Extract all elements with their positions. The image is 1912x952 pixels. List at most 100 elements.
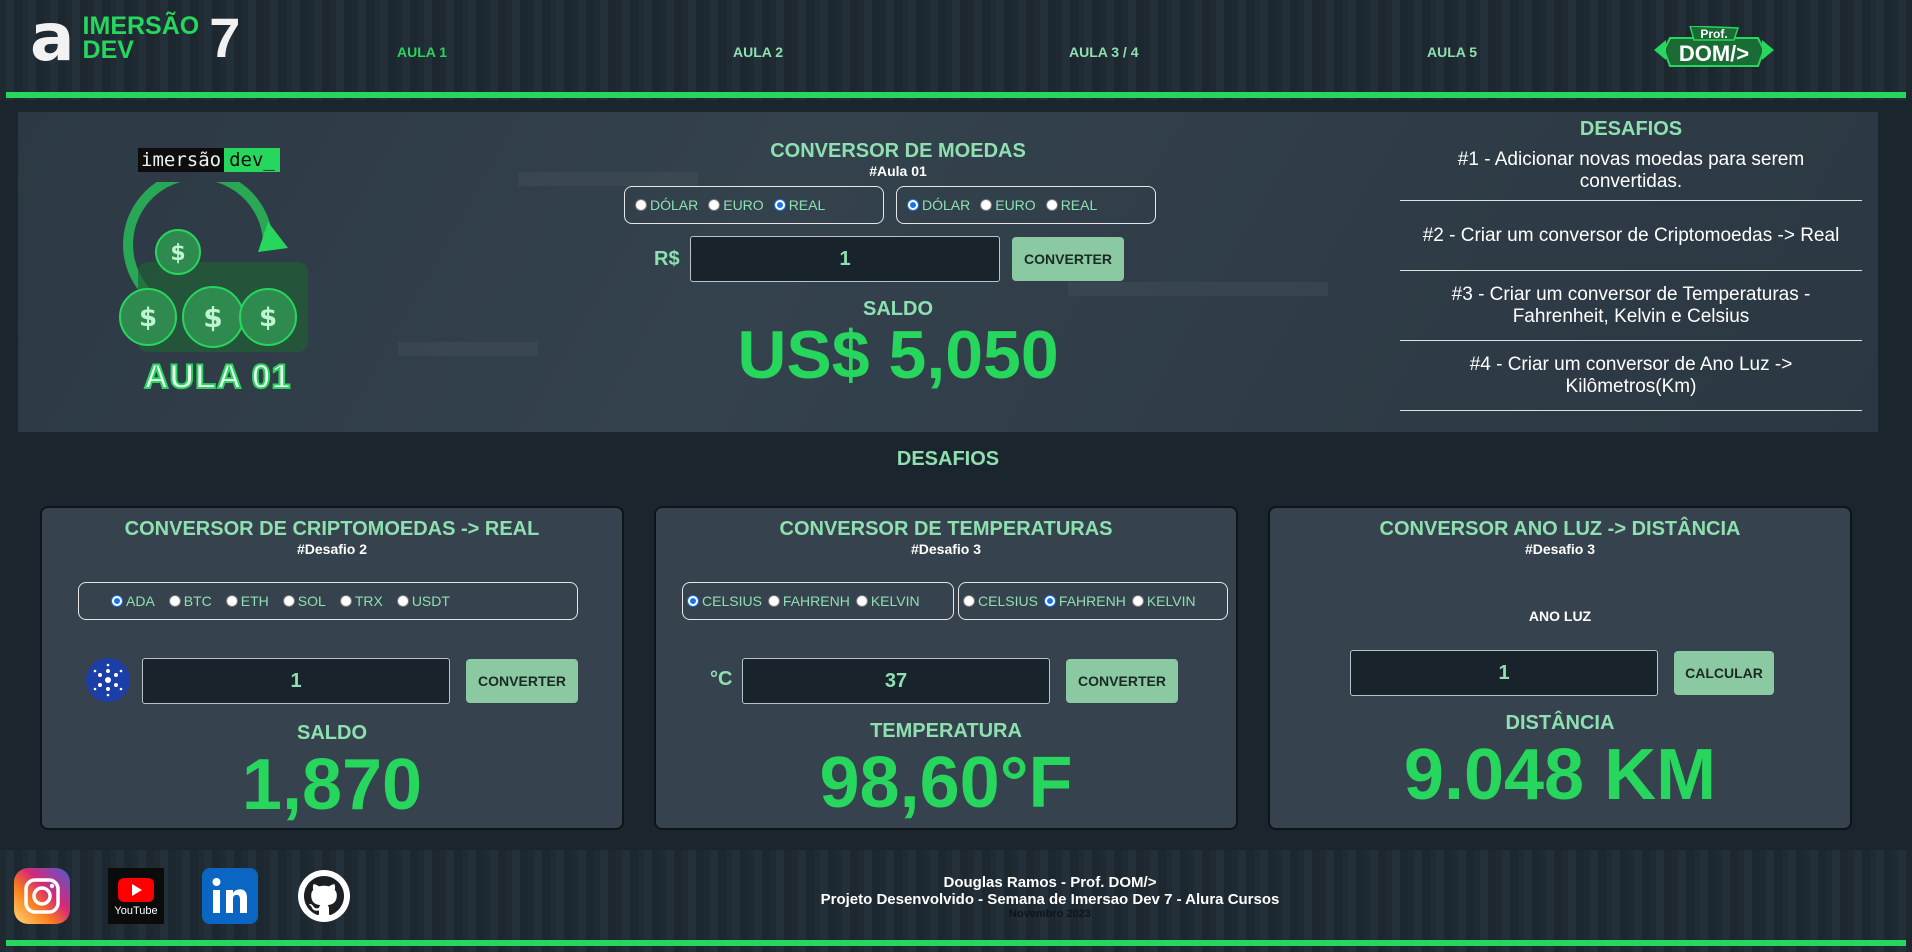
nav-aula-2[interactable]: AULA 2 (733, 44, 783, 60)
radio-label: REAL (788, 197, 826, 213)
radio-label: ETH (240, 593, 269, 609)
footer-divider (6, 940, 1906, 946)
temp-convert-button[interactable]: CONVERTER (1066, 659, 1178, 703)
svg-text:$: $ (203, 301, 222, 334)
radio-button[interactable] (963, 595, 975, 607)
desafio-item-1: #1 - Adicionar novas moedas para serem c… (1400, 141, 1862, 201)
prof-dom-badge[interactable]: Prof. DOM/> (1652, 26, 1776, 74)
lightyear-input-label: ANO LUZ (1528, 608, 1592, 624)
temp-subtitle: #Desafio 3 (910, 541, 982, 557)
radio-button-selected[interactable] (1043, 595, 1056, 607)
desafio-item-2: #2 - Criar um conversor de Criptomoedas … (1400, 201, 1862, 271)
to-option-dolar[interactable]: DÓLAR (907, 197, 970, 213)
converter-title: CONVERSOR DE MOEDAS (770, 140, 1026, 162)
temp-to-celsius[interactable]: CELSIUS (963, 593, 1038, 609)
radio-label: EURO (995, 197, 1036, 213)
radio-button[interactable] (635, 199, 647, 211)
tag-right: dev_ (224, 148, 280, 172)
radio-button[interactable] (168, 595, 181, 607)
aula-label: AULA 01 (143, 357, 292, 397)
crypto-option-btc[interactable]: BTC (168, 593, 212, 609)
radio-button[interactable] (1131, 595, 1144, 607)
balance-value: US$ 5,050 (737, 317, 1059, 393)
radio-button-selected[interactable] (687, 595, 699, 607)
radio-label: REAL (1060, 197, 1098, 213)
bg-streak (1068, 282, 1328, 296)
temp-from-kelvin[interactable]: KELVIN (855, 593, 920, 609)
imersao-dev-logo[interactable]: a IMERSÃO DEV 7 (30, 0, 241, 76)
crypto-option-usdt[interactable]: USDT (396, 593, 450, 609)
lightyear-subtitle: #Desafio 3 (1524, 541, 1596, 557)
to-option-real[interactable]: REAL (1045, 197, 1098, 213)
crypto-balance-value: 1,870 (241, 745, 423, 825)
lightyear-input[interactable]: 1 (1350, 650, 1658, 696)
badge-main-text: DOM/> (1679, 41, 1749, 66)
radio-button[interactable] (396, 595, 409, 607)
radio-label: BTC (183, 593, 212, 609)
radio-button[interactable] (339, 595, 352, 607)
radio-button[interactable] (282, 595, 295, 607)
distance-label: DISTÂNCIA (1505, 712, 1615, 734)
temp-to-fahrenheit[interactable]: FAHRENH (1043, 593, 1126, 609)
desafio-item-4: #4 - Criar um conversor de Ano Luz -> Ki… (1400, 341, 1862, 411)
radio-button[interactable] (767, 595, 780, 607)
crypto-option-trx[interactable]: TRX (339, 593, 383, 609)
radio-button-selected[interactable] (773, 199, 786, 211)
header: a IMERSÃO DEV 7 AULA 1 AULA 2 AULA 3 / 4… (0, 0, 1912, 100)
from-option-real[interactable]: REAL (773, 197, 826, 213)
coins-illustration: $ $ $ $ (119, 182, 308, 352)
temperature-label: TEMPERATURA (870, 720, 1022, 742)
badge-top-text: Prof. (1700, 27, 1727, 41)
radio-button[interactable] (855, 595, 868, 607)
linkedin-icon[interactable] (202, 868, 258, 924)
lightyear-converter-card: CONVERSOR ANO LUZ -> DISTÂNCIA #Desafio … (1268, 506, 1852, 830)
radio-label: FAHRENH (782, 593, 850, 609)
radio-label: CELSIUS (702, 593, 762, 609)
crypto-option-ada[interactable]: ADA (111, 593, 155, 609)
nav-aula-1[interactable]: AULA 1 (397, 44, 447, 60)
convert-button[interactable]: CONVERTER (1012, 237, 1124, 281)
desafio-item-3: #3 - Criar um conversor de Temperaturas … (1400, 271, 1862, 341)
logo-text-line1: IMERSÃO (82, 12, 200, 40)
temperature-input[interactable]: 37 (742, 658, 1050, 704)
footer-date: Novembro 2023 (1009, 908, 1091, 920)
radio-button-selected[interactable] (111, 595, 123, 607)
tag-left: imersão (138, 148, 225, 172)
temp-from-group: CELSIUS FAHRENH KELVIN (682, 582, 954, 620)
github-icon[interactable] (296, 868, 352, 924)
radio-label: EURO (723, 197, 764, 213)
instagram-icon[interactable] (14, 868, 70, 924)
logo-number: 7 (209, 6, 241, 69)
radio-button[interactable] (225, 595, 238, 607)
radio-button[interactable] (708, 199, 721, 211)
temp-from-fahrenheit[interactable]: FAHRENH (767, 593, 850, 609)
temp-to-kelvin[interactable]: KELVIN (1131, 593, 1196, 609)
crypto-converter-card: CONVERSOR DE CRIPTOMOEDAS -> REAL #Desaf… (40, 506, 624, 830)
calculate-button[interactable]: CALCULAR (1674, 651, 1774, 695)
crypto-amount-input[interactable]: 1 (142, 658, 450, 704)
temp-from-celsius[interactable]: CELSIUS (687, 593, 762, 609)
radio-button-selected[interactable] (907, 199, 919, 211)
radio-button[interactable] (1045, 199, 1058, 211)
from-currency-group: DÓLAR EURO REAL (624, 186, 884, 224)
footer: YouTube Douglas Ramos - Prof. DOM/> Proj… (0, 850, 1912, 952)
crypto-option-sol[interactable]: SOL (282, 593, 326, 609)
crypto-option-eth[interactable]: ETH (225, 593, 269, 609)
main-converter-panel: imersão dev_ $ $ $ $ AULA 01 CONVERSOR D… (18, 112, 1878, 432)
youtube-icon[interactable]: YouTube (108, 868, 164, 924)
temp-unit-prefix: °C (710, 668, 733, 690)
alura-a-icon: a (30, 0, 75, 76)
crypto-convert-button[interactable]: CONVERTER (466, 659, 578, 703)
radio-button[interactable] (980, 199, 993, 211)
temperature-value: 98,60°F (819, 743, 1073, 823)
desafios-list-title: DESAFIOS (1579, 118, 1683, 140)
converter-subtitle: #Aula 01 (869, 163, 927, 179)
to-currency-group: DÓLAR EURO REAL (896, 186, 1156, 224)
from-option-euro[interactable]: EURO (708, 197, 764, 213)
nav-aula-5[interactable]: AULA 5 (1427, 44, 1477, 60)
to-option-euro[interactable]: EURO (980, 197, 1036, 213)
radio-label: KELVIN (1146, 593, 1196, 609)
nav-aula-3-4[interactable]: AULA 3 / 4 (1069, 44, 1139, 60)
amount-input[interactable]: 1 (690, 236, 1000, 282)
from-option-dolar[interactable]: DÓLAR (635, 197, 698, 213)
